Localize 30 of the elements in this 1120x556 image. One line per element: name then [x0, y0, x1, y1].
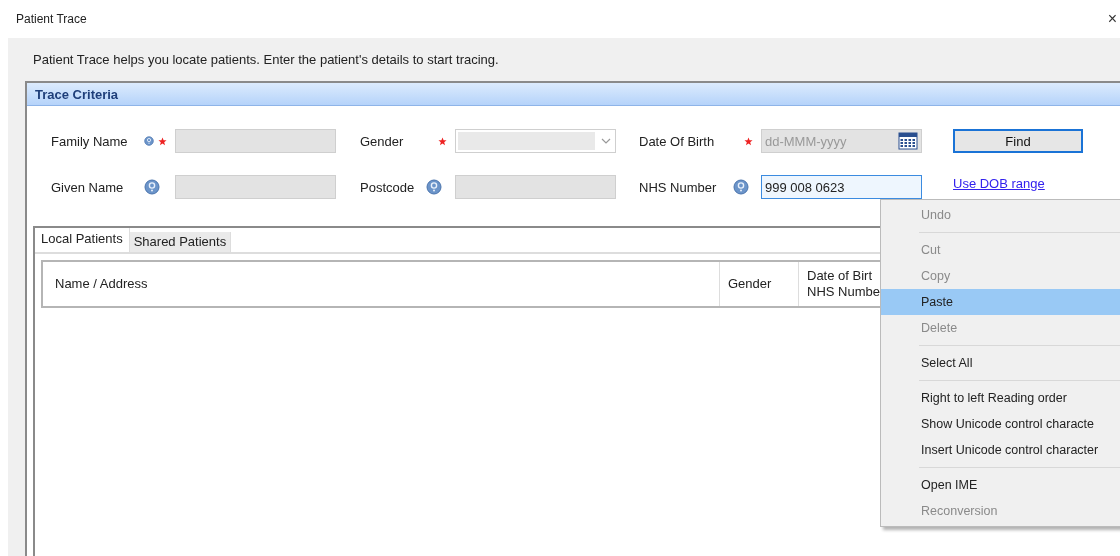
dob-range-link[interactable]: Use DOB range	[953, 175, 1045, 191]
find-button[interactable]: Find	[953, 129, 1083, 153]
text-field[interactable]	[455, 175, 616, 199]
menu-item[interactable]: Select All	[881, 350, 1120, 376]
close-button[interactable]: ×	[1107, 10, 1117, 28]
column-header[interactable]: Name / Address	[55, 276, 719, 292]
help-icon[interactable]	[733, 179, 749, 195]
calendar-icon[interactable]	[898, 132, 918, 150]
panel-title: Trace Criteria	[35, 86, 119, 102]
help-icon[interactable]	[426, 179, 442, 195]
menu-item[interactable]: Insert Unicode control character	[881, 437, 1120, 463]
menu-item[interactable]: Show Unicode control characte	[881, 411, 1120, 437]
text-field[interactable]	[175, 175, 336, 199]
field-label: Date Of Birth	[639, 133, 716, 149]
menu-item[interactable]: Open IME	[881, 472, 1120, 498]
window-title: Patient Trace	[16, 12, 87, 26]
tab[interactable]: Shared Patients	[129, 232, 232, 252]
field-label: Postcode	[360, 179, 416, 195]
text-field[interactable]: 999 008 0623	[761, 175, 922, 199]
field-label: Given Name	[51, 179, 125, 195]
field-label: Gender	[360, 133, 405, 149]
menu-item[interactable]: Paste	[881, 289, 1120, 315]
field-label: NHS Number	[639, 179, 718, 195]
help-icon[interactable]	[144, 179, 160, 195]
text-field[interactable]	[175, 129, 336, 153]
menu-item[interactable]: Right to left Reading order	[881, 385, 1120, 411]
column-header[interactable]: Gender	[728, 276, 798, 292]
help-icon[interactable]	[144, 133, 154, 149]
intro-text: Patient Trace helps you locate patients. Enter the patient's details to start tracing.	[33, 52, 500, 67]
field-label: Family Name	[51, 133, 129, 149]
